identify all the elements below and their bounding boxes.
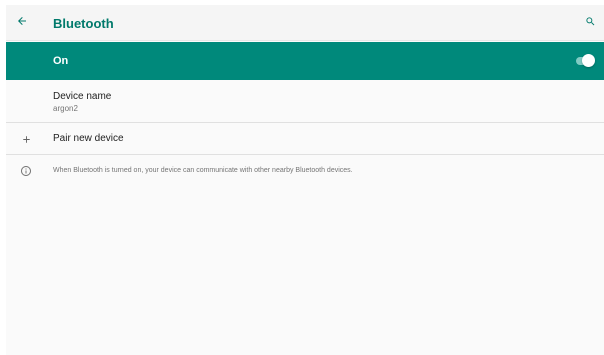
toolbar: Bluetooth — [6, 5, 604, 41]
search-button[interactable] — [581, 14, 599, 32]
pair-new-device-item[interactable]: Pair new device — [6, 123, 604, 155]
device-name-item[interactable]: Device name argon2 — [6, 80, 604, 123]
settings-content: Bluetooth On Device name argon2 Pair new… — [6, 5, 604, 355]
pair-new-device-label: Pair new device — [53, 133, 124, 144]
toggle-thumb — [582, 54, 595, 67]
back-button[interactable] — [12, 13, 32, 33]
plus-icon — [19, 132, 33, 146]
search-icon — [585, 14, 596, 32]
device-name-title: Device name — [53, 91, 112, 102]
info-icon — [19, 164, 33, 178]
bluetooth-master-switch[interactable]: On — [6, 42, 604, 80]
info-text: When Bluetooth is turned on, your device… — [53, 167, 353, 174]
arrow-back-icon — [16, 14, 28, 32]
page-title: Bluetooth — [53, 16, 114, 31]
device-name-value: argon2 — [53, 104, 78, 113]
bluetooth-info-footer: When Bluetooth is turned on, your device… — [6, 155, 604, 185]
master-switch-label: On — [53, 55, 69, 67]
bluetooth-settings-screen: Bluetooth On Device name argon2 Pair new… — [0, 0, 604, 355]
bluetooth-toggle[interactable] — [576, 54, 595, 68]
